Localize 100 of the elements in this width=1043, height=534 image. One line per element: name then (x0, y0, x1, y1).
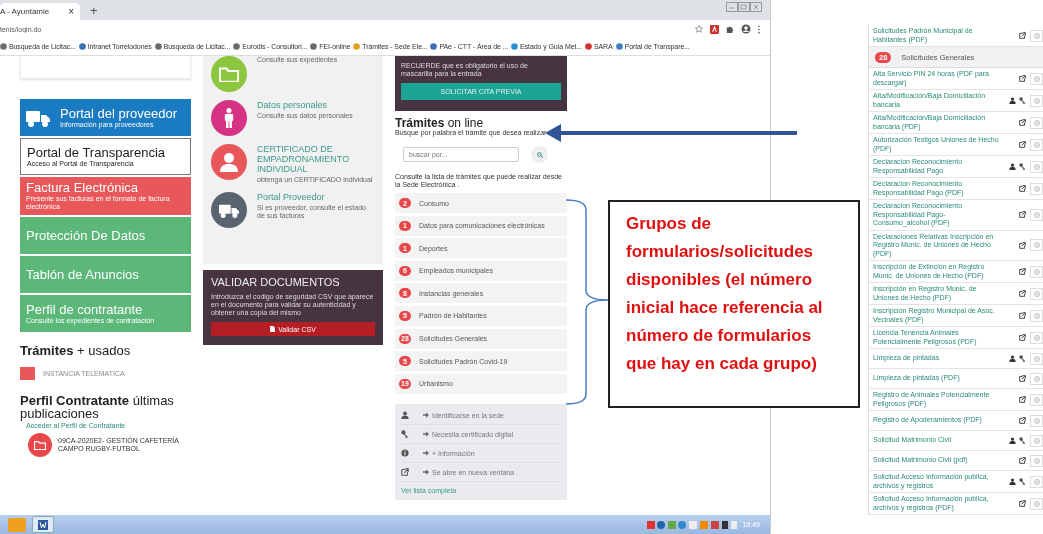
external-link-icon[interactable] (1019, 500, 1026, 507)
arrow-icon (423, 431, 429, 438)
external-link-icon[interactable] (1019, 334, 1026, 341)
external-link-icon[interactable] (1019, 185, 1026, 192)
info-button[interactable] (1030, 393, 1043, 406)
truck-icon (219, 202, 239, 218)
info-button[interactable] (1030, 414, 1043, 427)
extension-icon[interactable] (710, 24, 719, 34)
external-link-icon[interactable] (1019, 119, 1026, 126)
tab-title: A - Ayuntamie (0, 7, 50, 16)
user-icon (219, 152, 239, 172)
info-button[interactable] (1030, 116, 1043, 129)
arrow-icon (423, 412, 429, 419)
info-icon (1033, 32, 1040, 39)
tile-title: Factura Electrónica (26, 181, 139, 195)
document-icon (270, 326, 276, 332)
service-title[interactable]: Portal Proveedor (257, 192, 375, 202)
info-icon (1033, 75, 1040, 82)
external-link-icon[interactable] (1019, 417, 1026, 424)
info-icon (1033, 290, 1040, 297)
key-icon (1019, 97, 1026, 104)
external-link-icon[interactable] (1019, 396, 1026, 403)
annotation-note: Grupos de formularios/solicitudes disponibles (el número inicial hace referencia al número de formularios que hay en cada grupo) (608, 200, 860, 408)
truck-icon (26, 108, 50, 127)
info-button[interactable] (1030, 372, 1043, 385)
section-heading: Perfil Contratante últimas publicaciones (20, 394, 175, 420)
info-icon (1033, 242, 1040, 249)
info-icon (1033, 334, 1040, 341)
section-heading: Trámites + usados (20, 344, 132, 357)
user-icon (401, 411, 409, 420)
info-icon (1033, 478, 1040, 485)
window-controls-icon[interactable] (726, 2, 762, 12)
info-button[interactable] (1030, 475, 1043, 488)
folder-icon (219, 65, 239, 83)
external-link-icon[interactable] (1019, 241, 1026, 249)
arrow-icon (423, 469, 429, 476)
user-icon (1009, 163, 1016, 170)
info-button[interactable] (1030, 331, 1043, 344)
browser-tab[interactable]: A - Ayuntamie × (0, 3, 80, 20)
info-button[interactable] (1030, 94, 1043, 107)
info-icon (1033, 185, 1040, 192)
search-button[interactable] (531, 146, 548, 163)
info-button[interactable] (1030, 265, 1043, 278)
key-icon (1019, 437, 1026, 444)
new-tab-button[interactable]: + (86, 2, 102, 20)
info-button[interactable] (1030, 208, 1043, 221)
info-button[interactable] (1030, 160, 1043, 173)
external-link-icon[interactable] (1019, 141, 1026, 148)
info-button[interactable] (1030, 239, 1043, 252)
document-w-icon (38, 519, 48, 530)
info-icon (1033, 396, 1040, 403)
info-icon (1033, 141, 1040, 148)
external-link-icon[interactable] (1019, 312, 1026, 319)
star-icon[interactable] (695, 25, 703, 33)
info-button[interactable] (1030, 497, 1043, 510)
key-icon (1019, 355, 1026, 362)
info-button[interactable] (1030, 72, 1043, 85)
info-button[interactable] (1030, 287, 1043, 300)
key-icon (401, 430, 409, 439)
info-icon (401, 449, 409, 458)
info-icon (1033, 163, 1040, 170)
external-link-icon[interactable] (1019, 457, 1026, 464)
info-icon (1033, 457, 1040, 464)
user-icon (1009, 355, 1016, 362)
service-title[interactable]: CERTIFICADO DE EMPADRONAMIENTO INDIVIDUAL (257, 144, 375, 174)
info-icon (1033, 417, 1040, 424)
portal-tile[interactable]: Tablón de Anuncios (20, 256, 191, 293)
external-link-icon[interactable] (1019, 32, 1026, 39)
info-button[interactable] (1030, 138, 1043, 151)
person-icon (223, 108, 235, 128)
tile-title: Perfil de contratante (26, 302, 144, 317)
info-icon (1033, 268, 1040, 275)
search-icon (536, 151, 543, 158)
key-icon (1019, 163, 1026, 170)
info-icon (1033, 437, 1040, 444)
external-link-icon[interactable] (1019, 290, 1026, 297)
service-title[interactable]: Datos personales (257, 100, 353, 110)
info-button[interactable] (1030, 352, 1043, 365)
info-icon (1033, 97, 1040, 104)
user-icon (1009, 437, 1016, 444)
info-button[interactable] (1030, 182, 1043, 195)
info-icon (1033, 211, 1040, 218)
tile-title: Tablón de Anuncios (26, 267, 139, 282)
portal-tile[interactable]: Protección De Datos (20, 217, 191, 254)
info-button[interactable] (1030, 29, 1043, 42)
external-link-icon[interactable] (1019, 75, 1026, 82)
tray-icons-icon[interactable] (647, 519, 738, 530)
external-link-icon[interactable] (1019, 211, 1026, 219)
close-button[interactable]: × (68, 6, 74, 17)
info-button[interactable] (1030, 434, 1043, 447)
info-button[interactable] (1030, 454, 1043, 467)
user-icon (1009, 97, 1016, 104)
external-link-icon[interactable] (1019, 268, 1026, 275)
info-icon (1033, 355, 1040, 362)
word-app-icon[interactable] (32, 516, 54, 533)
puzzle-icon[interactable] (726, 25, 734, 33)
account-icon[interactable] (741, 24, 751, 34)
info-button[interactable] (1030, 309, 1043, 322)
external-link-icon[interactable] (1019, 375, 1026, 382)
mail-app-icon[interactable] (8, 517, 26, 532)
